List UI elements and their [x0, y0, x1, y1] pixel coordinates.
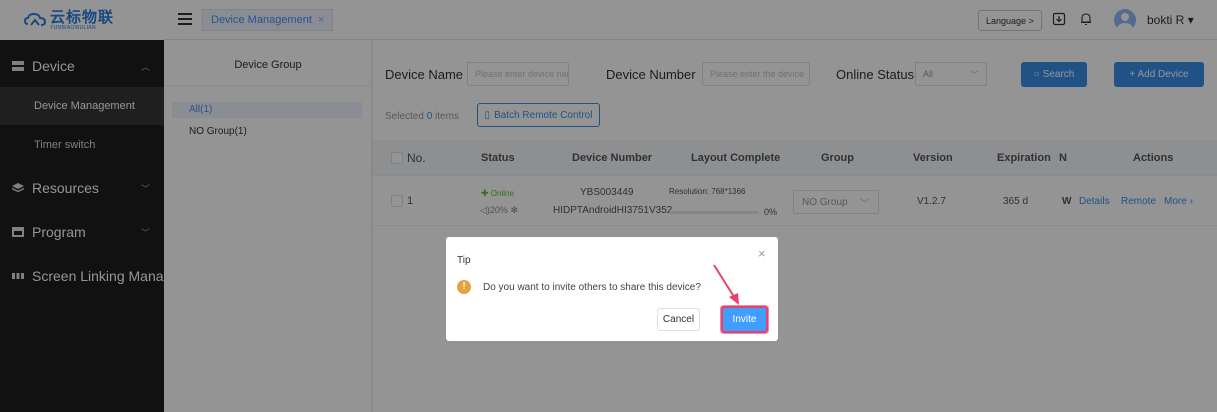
invite-dialog: Tip × ! Do you want to invite others to … [446, 237, 778, 341]
dialog-title: Tip [457, 255, 471, 266]
warning-icon: ! [457, 280, 471, 294]
invite-button[interactable]: Invite [721, 306, 768, 333]
cancel-button[interactable]: Cancel [657, 308, 700, 331]
app-root: 云标物联 YUNBIAOWULIAN Device Management × L… [0, 0, 1217, 412]
modal-overlay[interactable] [0, 0, 1217, 412]
dialog-message: Do you want to invite others to share th… [483, 282, 701, 293]
close-icon[interactable]: × [758, 246, 766, 261]
